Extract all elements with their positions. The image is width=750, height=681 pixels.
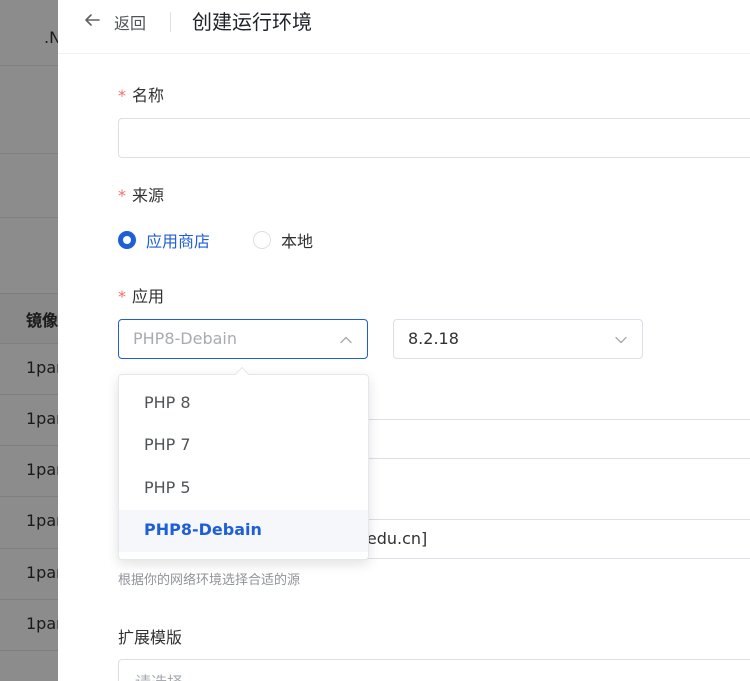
extension-select-placeholder: 请选择 — [135, 669, 183, 681]
radio-app-store[interactable]: 应用商店 — [118, 228, 210, 252]
source-label-text: 来源 — [132, 186, 165, 205]
arrow-left-icon — [82, 10, 102, 34]
dropdown-option-label: PHP 7 — [144, 435, 191, 454]
version-select[interactable]: 8.2.18 — [393, 319, 643, 359]
dropdown-option-label: PHP 5 — [144, 478, 191, 497]
extension-label: 扩展模版 — [118, 624, 182, 648]
app-dropdown: PHP 8 PHP 7 PHP 5 PHP8-Debain — [118, 366, 369, 560]
radio-unchecked-icon — [253, 231, 271, 249]
dropdown-option-label: PHP 8 — [144, 393, 191, 412]
radio-checked-icon — [118, 231, 136, 249]
chevron-up-icon — [340, 336, 352, 344]
name-label: * 名称 — [118, 82, 164, 106]
extension-select[interactable]: 请选择 — [118, 659, 750, 681]
extension-label-text: 扩展模版 — [118, 628, 183, 647]
app-label: * 应用 — [118, 283, 164, 307]
drawer-title: 创建运行环境 — [192, 10, 312, 34]
app-label-text: 应用 — [132, 287, 165, 306]
radio-local-label: 本地 — [281, 232, 314, 251]
name-input[interactable] — [118, 118, 750, 158]
back-label: 返回 — [114, 14, 147, 33]
dropdown-option-php5[interactable]: PHP 5 — [119, 468, 368, 510]
dropdown-option-label: PHP8-Debain — [144, 520, 262, 539]
dropdown-option-php7[interactable]: PHP 7 — [119, 425, 368, 467]
dropdown-arrow — [234, 366, 250, 382]
header-divider — [170, 12, 171, 32]
required-mark: * — [118, 287, 126, 306]
radio-app-store-label: 应用商店 — [146, 232, 211, 251]
back-button[interactable]: 返回 — [82, 8, 146, 36]
radio-local[interactable]: 本地 — [253, 228, 313, 252]
create-runtime-drawer: 返回 创建运行环境 * 名称 * 来源 应用商店 本地 * 应用 PHP8-Debai… — [58, 0, 750, 681]
name-label-text: 名称 — [132, 86, 165, 105]
dropdown-option-php8[interactable]: PHP 8 — [119, 383, 368, 425]
chevron-down-icon — [615, 336, 627, 344]
drawer-header: 返回 创建运行环境 — [58, 0, 750, 54]
mirror-source-hint: 根据你的网络环境选择合适的源 — [118, 573, 301, 588]
version-select-value: 8.2.18 — [408, 329, 459, 348]
required-mark: * — [118, 86, 126, 105]
dropdown-option-php8-debain[interactable]: PHP8-Debain — [119, 510, 368, 552]
source-label: * 来源 — [118, 182, 164, 206]
required-mark: * — [118, 186, 126, 205]
app-select[interactable]: PHP8-Debain — [118, 319, 368, 359]
app-select-value: PHP8-Debain — [133, 329, 237, 348]
